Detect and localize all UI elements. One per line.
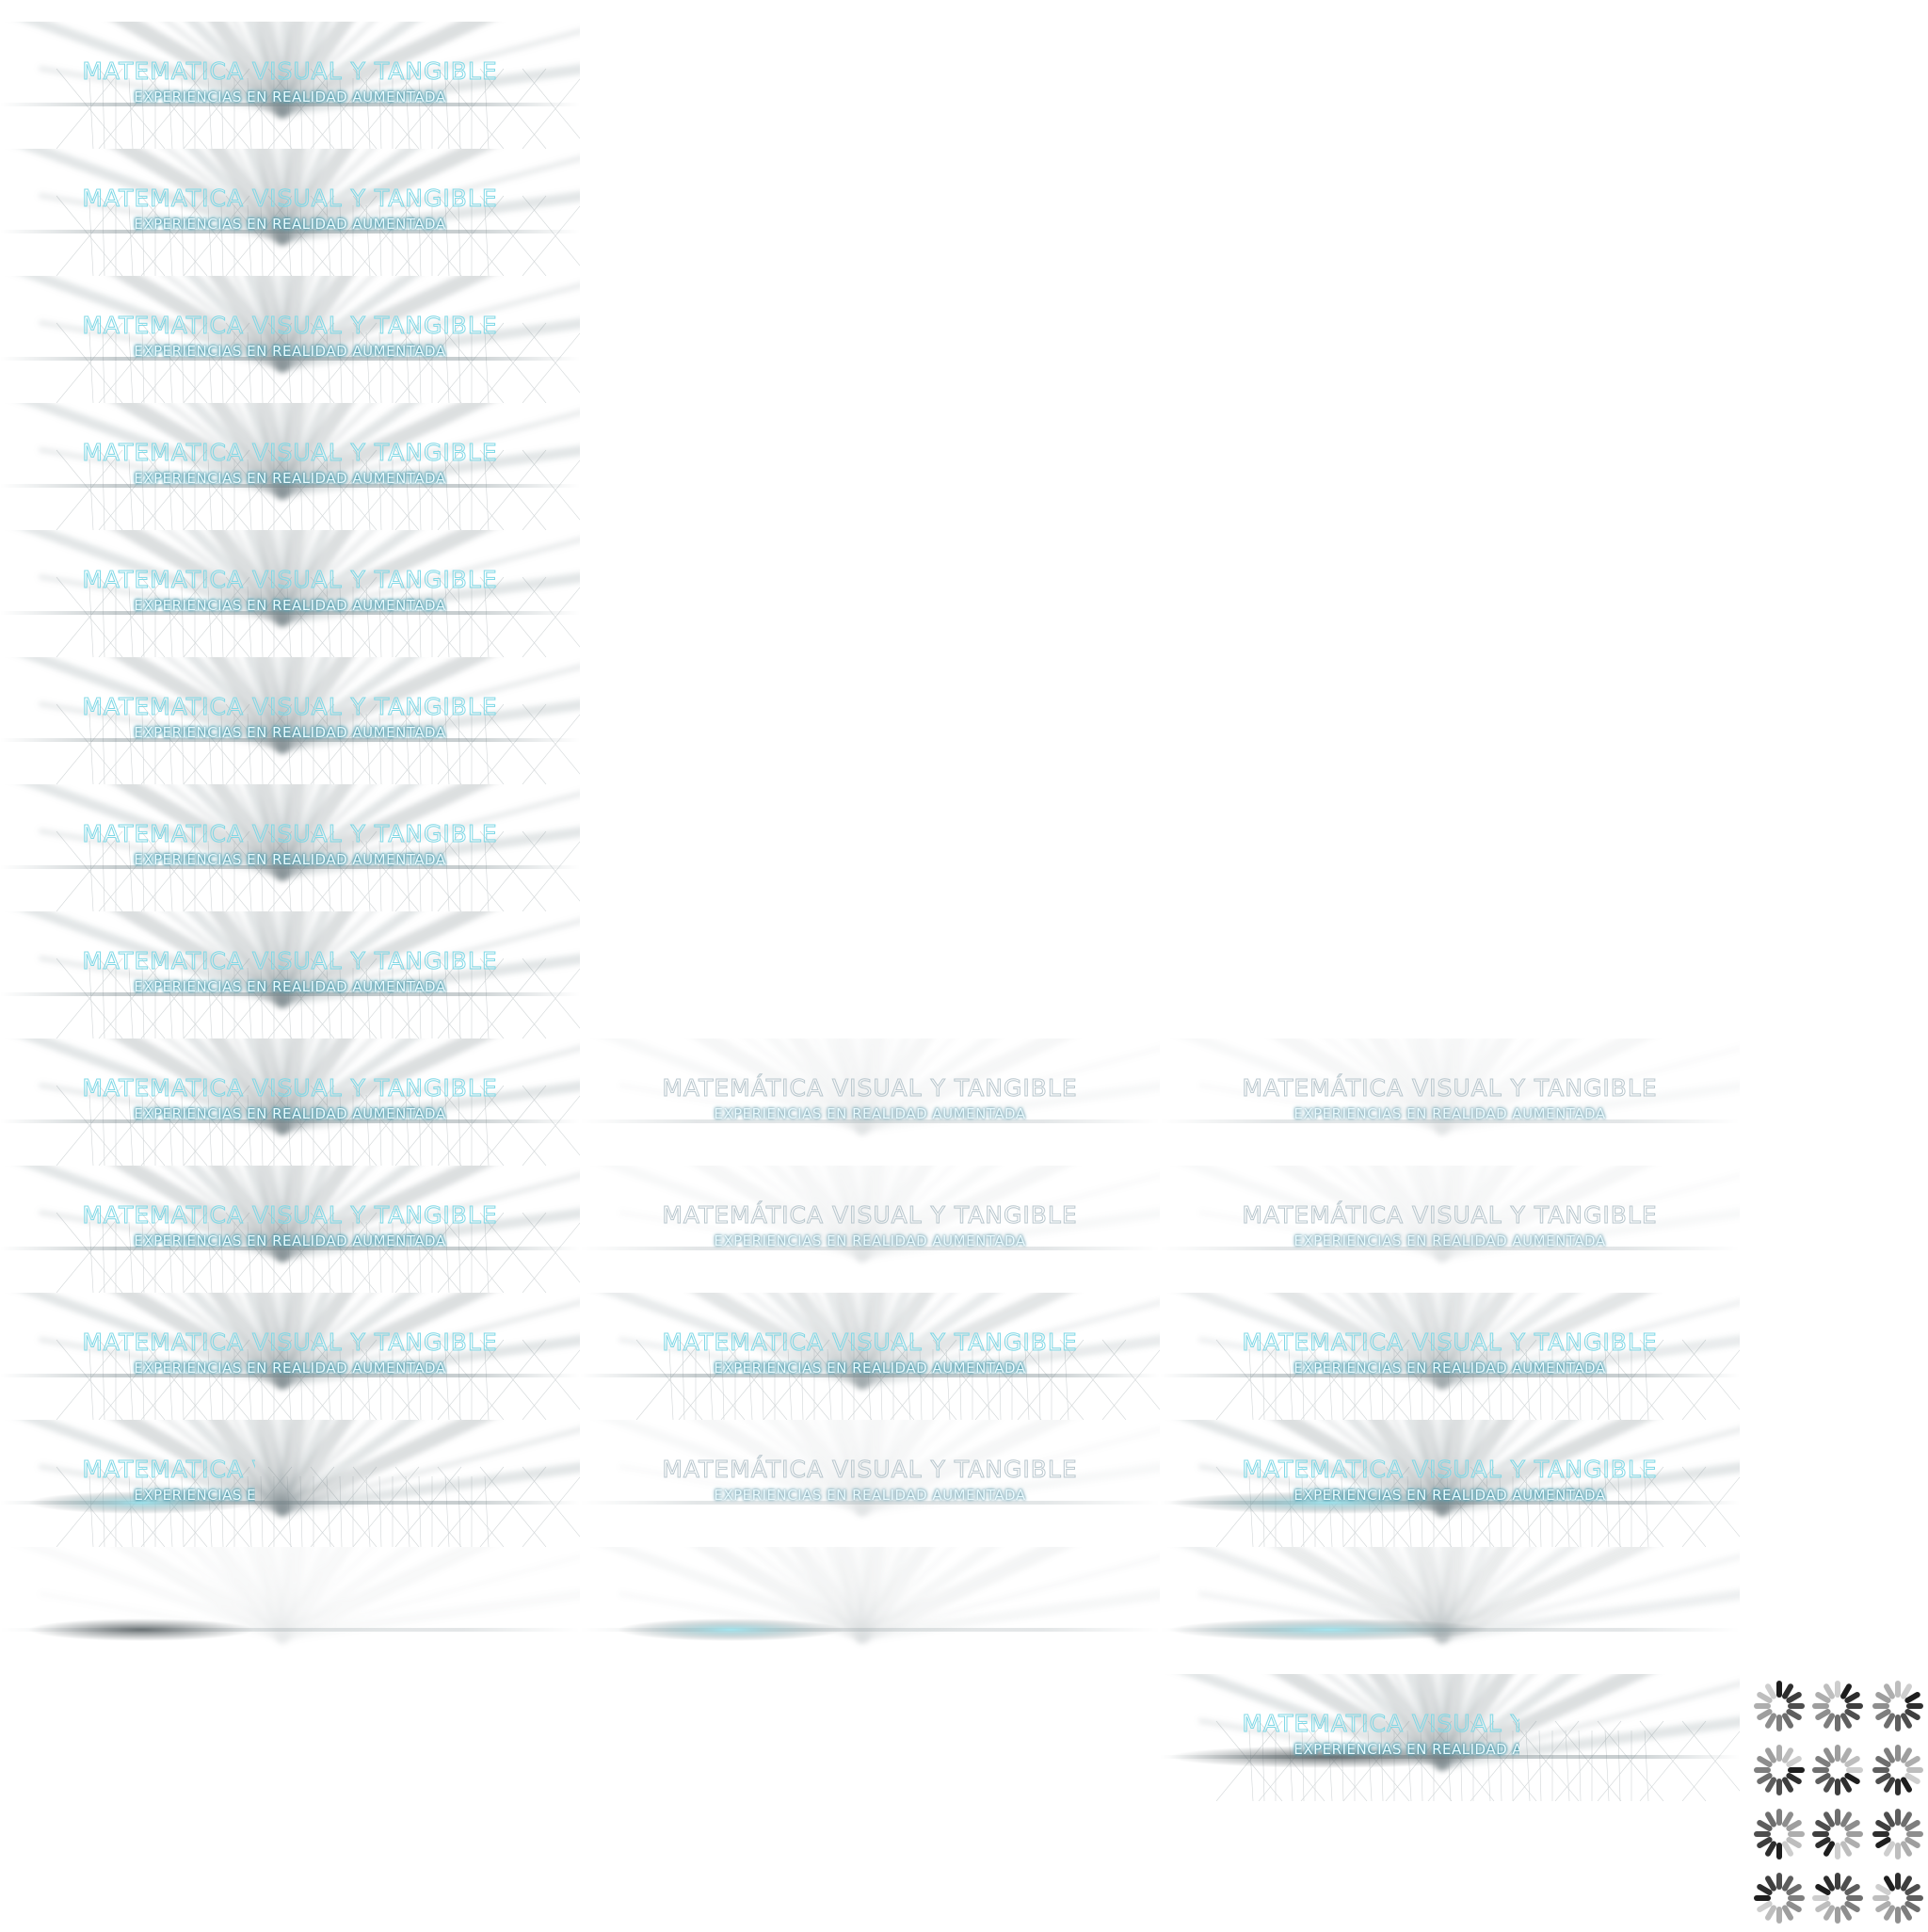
- light-rays-graphic: [0, 784, 580, 911]
- reveal-mask: MATEMATICA VISUAL Y TANGIBLE EXPERIENCIAS…: [0, 1420, 255, 1547]
- light-rays-graphic: [1160, 1420, 1740, 1547]
- loading-spinner-icon: [1808, 1804, 1868, 1864]
- banner-frame: MATEMATICA VISUAL Y TANGIBLE EXPERIENCIAS…: [1160, 1674, 1740, 1801]
- banner-frame: MATEMÁTICA VISUAL Y TANGIBLEEXPERIENCIAS…: [1160, 1038, 1740, 1166]
- light-rays-graphic: [1160, 1293, 1740, 1420]
- banner-frame: MATEMÁTICA VISUAL Y TANGIBLEEXPERIENCIAS…: [580, 1166, 1160, 1293]
- banner-title: MATEMATICA VISUAL Y TANGIBLE: [82, 1456, 255, 1484]
- light-rays-graphic: [0, 276, 580, 403]
- loading-spinner-icon: [1868, 1868, 1928, 1928]
- banner-frame: MATEMÁTICA VISUAL Y TANGIBLEEXPERIENCIAS…: [580, 1038, 1160, 1166]
- light-rays-graphic: [0, 911, 580, 1038]
- light-rays-graphic: [1160, 1547, 1740, 1644]
- loading-spinner-icon: [1808, 1868, 1868, 1928]
- light-rays-graphic: [580, 1166, 1160, 1263]
- banner-frame: MATEMATICA VISUAL Y TANGIBLEEXPERIENCIAS…: [0, 784, 580, 911]
- loading-spinner-icon: [1808, 1740, 1868, 1800]
- sprite-sheet: MATEMATICA VISUAL Y TANGIBLE EXPERIENCIAS…: [0, 0, 1928, 1928]
- banner-frame: MATEMÁTICA VISUAL Y TANGIBLEEXPERIENCIAS…: [580, 1420, 1160, 1547]
- banner-frame: MATEMÁTICA VISUAL Y TANGIBLEEXPERIENCIAS…: [1160, 1166, 1740, 1293]
- light-rays-graphic: [1160, 1038, 1740, 1135]
- banner-subtitle: EXPERIENCIAS EN REALIDAD AUMENTADA: [134, 1487, 255, 1504]
- loading-spinner-icon: [1749, 1868, 1809, 1928]
- light-rays-graphic: [0, 149, 580, 276]
- loading-spinner-icon: [1749, 1740, 1809, 1800]
- banner-frame: [580, 1547, 1160, 1674]
- banner-frame: [1160, 1547, 1740, 1674]
- banner-title: MATEMATICA VISUAL Y TANGIBLE: [1242, 1710, 1519, 1738]
- loading-spinner-icon: [1808, 1676, 1868, 1736]
- light-rays-graphic: [0, 403, 580, 530]
- banner-frame: MATEMATICA VISUAL Y TANGIBLEEXPERIENCIAS…: [0, 1166, 580, 1293]
- light-rays-graphic: [0, 1547, 580, 1644]
- banner-frame: MATEMATICA VISUAL Y TANGIBLEEXPERIENCIAS…: [0, 149, 580, 276]
- light-rays-graphic: [0, 1038, 580, 1166]
- light-rays-graphic: [0, 530, 580, 657]
- banner-frame: MATEMATICA VISUAL Y TANGIBLEEXPERIENCIAS…: [0, 276, 580, 403]
- light-rays-graphic: [0, 1293, 580, 1420]
- banner-subtitle: EXPERIENCIAS EN REALIDAD AUMENTADA: [1293, 1741, 1519, 1758]
- banner-frame: MATEMATICA VISUAL Y TANGIBLEEXPERIENCIAS…: [580, 1293, 1160, 1420]
- banner-lockup: MATEMATICA VISUAL Y TANGIBLE EXPERIENCIAS…: [0, 1456, 255, 1505]
- light-rays-graphic: [0, 1166, 580, 1293]
- light-rays-graphic: [0, 657, 580, 784]
- banner-frame: MATEMATICA VISUAL Y TANGIBLEEXPERIENCIAS…: [0, 1293, 580, 1420]
- light-rays-graphic: [0, 22, 580, 149]
- banner-frame: [0, 1547, 580, 1674]
- light-rays-graphic: [580, 1420, 1160, 1517]
- loading-spinner-icon: [1868, 1676, 1928, 1736]
- light-rays-graphic: [1160, 1166, 1740, 1263]
- banner-frame: MATEMATICA VISUAL Y TANGIBLE EXPERIENCIAS…: [0, 1420, 580, 1547]
- light-rays-graphic: [580, 1293, 1160, 1420]
- banner-frame: MATEMATICA VISUAL Y TANGIBLEEXPERIENCIAS…: [1160, 1293, 1740, 1420]
- loading-spinner-icon: [1749, 1676, 1809, 1736]
- banner-lockup: MATEMATICA VISUAL Y TANGIBLE EXPERIENCIAS…: [1160, 1710, 1519, 1759]
- loading-spinner-icon: [1868, 1740, 1928, 1800]
- banner-frame: MATEMATICA VISUAL Y TANGIBLEEXPERIENCIAS…: [0, 1038, 580, 1166]
- light-rays-graphic: [580, 1547, 1160, 1644]
- banner-frame: MATEMATICA VISUAL Y TANGIBLEEXPERIENCIAS…: [0, 657, 580, 784]
- banner-frame: MATEMATICA VISUAL Y TANGIBLEEXPERIENCIAS…: [0, 403, 580, 530]
- loading-spinner-icon: [1749, 1804, 1809, 1864]
- loading-spinner-icon: [1868, 1804, 1928, 1864]
- light-rays-graphic: [580, 1038, 1160, 1135]
- reveal-mask: MATEMATICA VISUAL Y TANGIBLE EXPERIENCIAS…: [1160, 1674, 1519, 1801]
- banner-frame: MATEMATICA VISUAL Y TANGIBLEEXPERIENCIAS…: [0, 530, 580, 657]
- banner-frame: MATEMATICA VISUAL Y TANGIBLEEXPERIENCIAS…: [0, 22, 580, 149]
- banner-frame: MATEMATICA VISUAL Y TANGIBLEEXPERIENCIAS…: [1160, 1420, 1740, 1547]
- banner-frame: MATEMATICA VISUAL Y TANGIBLEEXPERIENCIAS…: [0, 911, 580, 1038]
